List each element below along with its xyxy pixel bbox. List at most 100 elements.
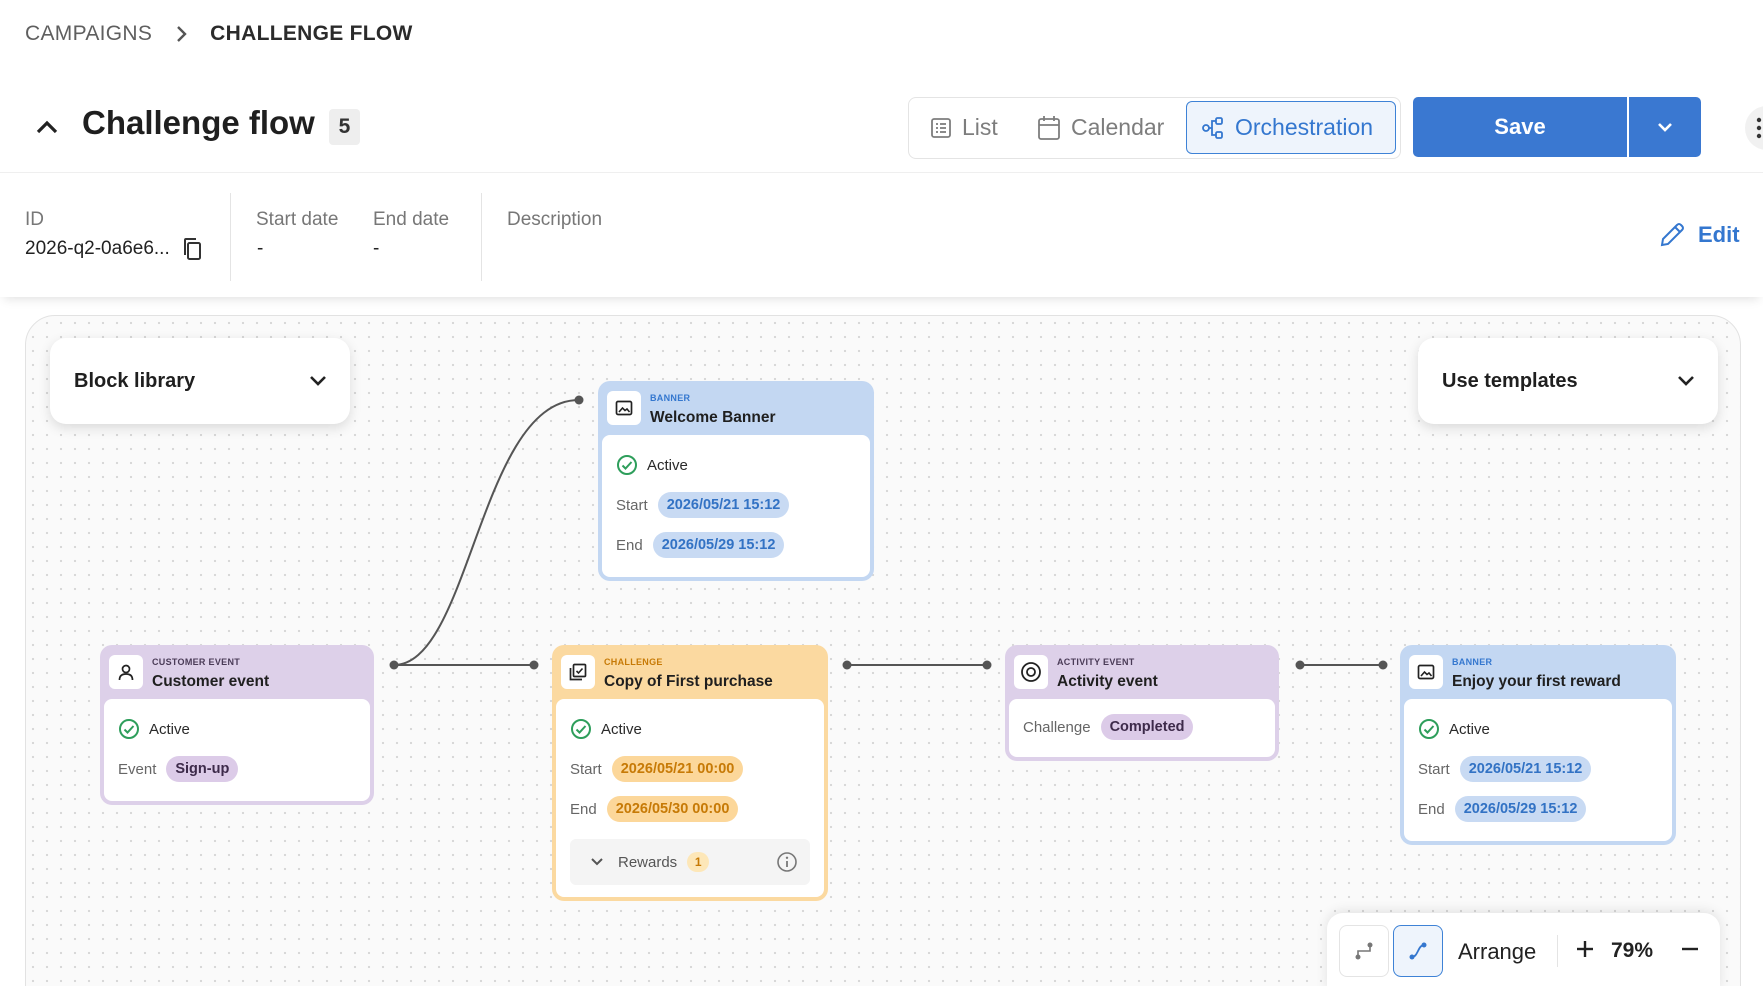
node-customer-event[interactable]: CUSTOMER EVENT Customer event Active Eve…	[100, 645, 374, 805]
start-date-pill: 2026/05/21 00:00	[611, 756, 744, 782]
challenge-row: Challenge Completed	[1023, 707, 1261, 747]
end-label: End	[570, 800, 597, 818]
orchestration-icon	[1201, 116, 1225, 140]
copy-id-button[interactable]	[181, 237, 203, 266]
use-templates-dropdown[interactable]: Use templates	[1418, 338, 1718, 424]
view-orchestration-label: Orchestration	[1235, 114, 1374, 140]
zoom-level: 79%	[1611, 939, 1654, 962]
block-library-dropdown[interactable]: Block library	[50, 338, 350, 424]
breadcrumb: CAMPAIGNS CHALLENGE FLOW	[25, 22, 413, 46]
node-type-label: CHALLENGE	[604, 657, 663, 667]
breadcrumb-current: CHALLENGE FLOW	[210, 22, 413, 45]
check-circle-icon	[571, 719, 591, 739]
end-date-pill: 2026/05/29 15:12	[652, 532, 785, 558]
view-calendar-label: Calendar	[1071, 114, 1165, 140]
check-circle-icon	[119, 719, 139, 739]
breadcrumb-campaigns-link[interactable]: CAMPAIGNS	[25, 22, 152, 46]
end-row: End 2026/05/30 00:00	[570, 789, 810, 829]
node-title: Activity event	[1057, 673, 1158, 690]
copy-icon	[184, 238, 201, 260]
straight-edges-button[interactable]	[1339, 925, 1389, 977]
start-label: Start	[616, 496, 648, 514]
status-text: Active	[1449, 720, 1490, 738]
end-label: End	[1418, 800, 1445, 818]
list-icon	[930, 117, 952, 139]
curved-edges-button[interactable]	[1393, 925, 1443, 977]
node-activity-event[interactable]: ACTIVITY EVENT Activity event Challenge …	[1005, 645, 1279, 761]
id-label: ID	[25, 209, 44, 230]
challenge-icon	[561, 655, 595, 689]
status-row: Active	[1418, 709, 1658, 749]
curved-edge-icon	[1409, 942, 1427, 960]
chevron-right-icon	[176, 25, 188, 43]
start-row: Start 2026/05/21 00:00	[570, 749, 810, 789]
block-count-badge: 5	[329, 109, 360, 145]
zoom-out-button[interactable]	[1678, 937, 1702, 966]
start-row: Start 2026/05/21 15:12	[616, 485, 856, 525]
image-icon	[607, 391, 641, 425]
save-button[interactable]: Save	[1413, 97, 1627, 157]
end-row: End 2026/05/29 15:12	[1418, 789, 1658, 829]
edit-label: Edit	[1698, 222, 1740, 247]
node-welcome-banner[interactable]: BANNER Welcome Banner Active Start 2026/…	[598, 381, 874, 581]
image-icon	[1409, 655, 1443, 689]
description-label: Description	[507, 209, 603, 230]
more-options-button[interactable]	[1745, 106, 1763, 150]
end-date-pill: 2026/05/30 00:00	[606, 796, 739, 822]
end-date-pill: 2026/05/29 15:12	[1454, 796, 1587, 822]
status-row: Active	[616, 445, 856, 485]
pencil-icon	[1658, 221, 1686, 249]
node-title: Enjoy your first reward	[1452, 673, 1621, 690]
page-title: Challenge flow	[82, 104, 315, 141]
rewards-label: Rewards	[618, 853, 678, 871]
arrange-button[interactable]: Arrange	[1458, 939, 1536, 965]
node-type-label: BANNER	[650, 393, 691, 403]
user-icon	[109, 655, 143, 689]
event-label: Event	[118, 760, 157, 778]
more-vertical-icon	[1756, 117, 1762, 139]
view-calendar-button[interactable]: Calendar	[1037, 101, 1164, 154]
node-type-label: BANNER	[1452, 657, 1493, 667]
node-type-label: CUSTOMER EVENT	[152, 657, 241, 667]
save-options-button[interactable]	[1629, 97, 1701, 157]
start-date-value: -	[257, 238, 264, 259]
start-row: Start 2026/05/21 15:12	[1418, 749, 1658, 789]
zoom-in-button[interactable]	[1573, 937, 1597, 966]
campaign-info-bar: ID 2026-q2-0a6e6... Start date - End dat…	[0, 172, 1763, 297]
chevron-up-icon	[36, 120, 58, 134]
calendar-icon	[1037, 115, 1061, 141]
minus-icon	[1682, 947, 1698, 951]
edit-button[interactable]: Edit	[1658, 221, 1740, 249]
start-date-label: Start date	[256, 209, 339, 230]
challenge-status-pill: Completed	[1100, 714, 1194, 740]
end-label: End	[616, 536, 643, 554]
target-icon	[1014, 655, 1048, 689]
divider	[481, 193, 482, 281]
divider	[1557, 935, 1558, 967]
chevron-down-icon	[1658, 123, 1672, 132]
divider	[230, 193, 231, 281]
id-value: 2026-q2-0a6e6...	[25, 238, 170, 259]
use-templates-label: Use templates	[1442, 369, 1578, 392]
straight-edge-icon	[1355, 942, 1373, 960]
collapse-button[interactable]	[32, 112, 62, 142]
view-list-button[interactable]: List	[930, 101, 998, 154]
status-row: Active	[570, 709, 810, 749]
node-reward-banner[interactable]: BANNER Enjoy your first reward Active St…	[1400, 645, 1676, 845]
event-row: Event Sign-up	[118, 749, 356, 789]
view-orchestration-button[interactable]: Orchestration	[1186, 101, 1396, 154]
end-date-label: End date	[373, 209, 450, 230]
status-text: Active	[647, 456, 688, 474]
info-icon[interactable]	[776, 851, 798, 877]
node-title: Welcome Banner	[650, 409, 776, 426]
rewards-toggle[interactable]: Rewards 1	[570, 839, 810, 885]
plus-icon	[1577, 941, 1593, 957]
end-row: End 2026/05/29 15:12	[616, 525, 856, 565]
node-challenge[interactable]: CHALLENGE Copy of First purchase Active …	[552, 645, 828, 901]
start-label: Start	[1418, 760, 1450, 778]
view-list-label: List	[962, 114, 998, 140]
chevron-down-icon	[590, 857, 604, 867]
start-date-pill: 2026/05/21 15:12	[657, 492, 790, 518]
end-date-value: -	[373, 238, 380, 259]
challenge-label: Challenge	[1023, 718, 1091, 736]
